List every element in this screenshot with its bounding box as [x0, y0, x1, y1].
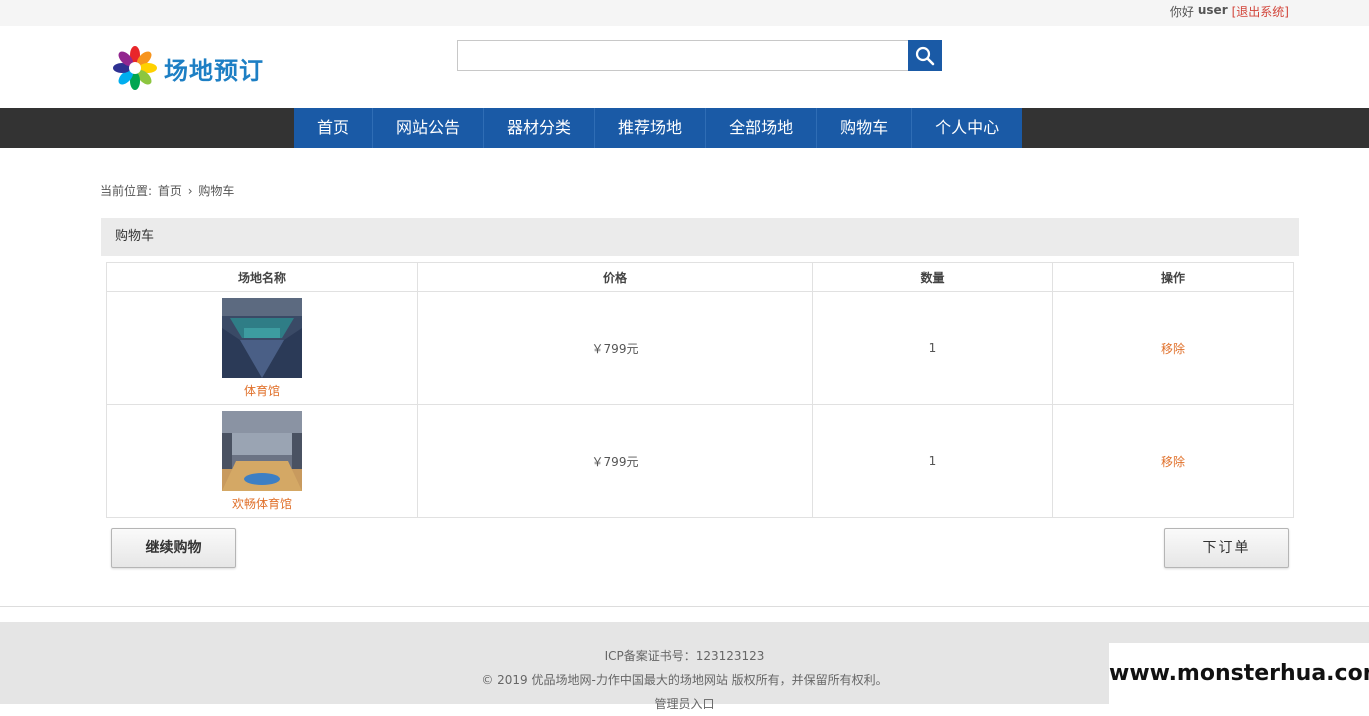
header-price: 价格: [417, 262, 813, 292]
venue-thumbnail[interactable]: [222, 410, 302, 491]
nav-profile[interactable]: 个人中心: [912, 108, 1022, 148]
header-quantity: 数量: [812, 262, 1053, 292]
header-action: 操作: [1052, 262, 1294, 292]
table-header-row: 场地名称 价格 数量 操作: [106, 262, 1294, 292]
greeting-text: 你好: [1169, 5, 1194, 19]
site-logo[interactable]: 场地预订: [112, 46, 264, 90]
nav-all-venues[interactable]: 全部场地: [706, 108, 818, 148]
action-cell: 移除: [1052, 291, 1294, 405]
place-order-button[interactable]: 下订单: [1164, 528, 1289, 568]
venue-cell: 欢畅体育馆: [106, 404, 418, 518]
search-bar: [457, 40, 942, 71]
header-venue-name: 场地名称: [106, 262, 418, 292]
venue-name-link[interactable]: 欢畅体育馆: [107, 495, 417, 512]
logo-text: 场地预订: [164, 56, 264, 85]
breadcrumb-prefix: 当前位置:: [100, 184, 153, 198]
quantity-cell: 1: [812, 291, 1053, 405]
action-cell: 移除: [1052, 404, 1294, 518]
main-nav: 首页 网站公告 器材分类 推荐场地 全部场地 购物车 个人中心: [294, 108, 1023, 148]
nav-recommended[interactable]: 推荐场地: [595, 108, 707, 148]
venue-cell: 体育馆: [106, 291, 418, 405]
breadcrumb-current: 购物车: [198, 184, 235, 198]
cart-table: 场地名称 价格 数量 操作 体育馆 ￥799元 1 移除 欢畅体育馆 ￥799元…: [106, 262, 1294, 518]
site-header: 场地预订: [0, 26, 1369, 108]
nav-announcements[interactable]: 网站公告: [373, 108, 485, 148]
user-greeting: 你好 user [退出系统]: [1170, 3, 1289, 20]
chevron-right-icon: ›: [187, 184, 193, 198]
continue-shopping-button[interactable]: 继续购物: [111, 528, 236, 568]
table-row: 体育馆 ￥799元 1 移除: [106, 291, 1294, 405]
remove-button[interactable]: 移除: [1161, 342, 1185, 356]
watermark-text: www.monsterhua.com: [1109, 643, 1369, 704]
cart-panel-title: 购物车: [101, 218, 1299, 256]
nav-home[interactable]: 首页: [294, 108, 374, 148]
remove-button[interactable]: 移除: [1161, 455, 1185, 469]
search-icon: [915, 46, 935, 65]
username: user: [1197, 3, 1228, 17]
top-bar: 你好 user [退出系统]: [0, 0, 1369, 26]
breadcrumb: 当前位置: 首页 › 购物车: [100, 182, 236, 199]
nav-equipment[interactable]: 器材分类: [484, 108, 596, 148]
nav-cart[interactable]: 购物车: [817, 108, 913, 148]
venue-thumbnail[interactable]: [222, 297, 302, 378]
breadcrumb-home[interactable]: 首页: [158, 184, 182, 198]
price-cell: ￥799元: [417, 291, 813, 405]
venue-name-link[interactable]: 体育馆: [107, 382, 417, 399]
table-row: 欢畅体育馆 ￥799元 1 移除: [106, 404, 1294, 518]
footer-divider: [0, 606, 1369, 607]
logout-link[interactable]: [退出系统]: [1232, 3, 1289, 20]
price-cell: ￥799元: [417, 404, 813, 518]
main-nav-bar: 首页 网站公告 器材分类 推荐场地 全部场地 购物车 个人中心: [0, 108, 1369, 148]
search-button[interactable]: [908, 40, 942, 71]
quantity-cell: 1: [812, 404, 1053, 518]
flower-logo-icon: [113, 46, 157, 90]
search-input[interactable]: [457, 40, 908, 71]
